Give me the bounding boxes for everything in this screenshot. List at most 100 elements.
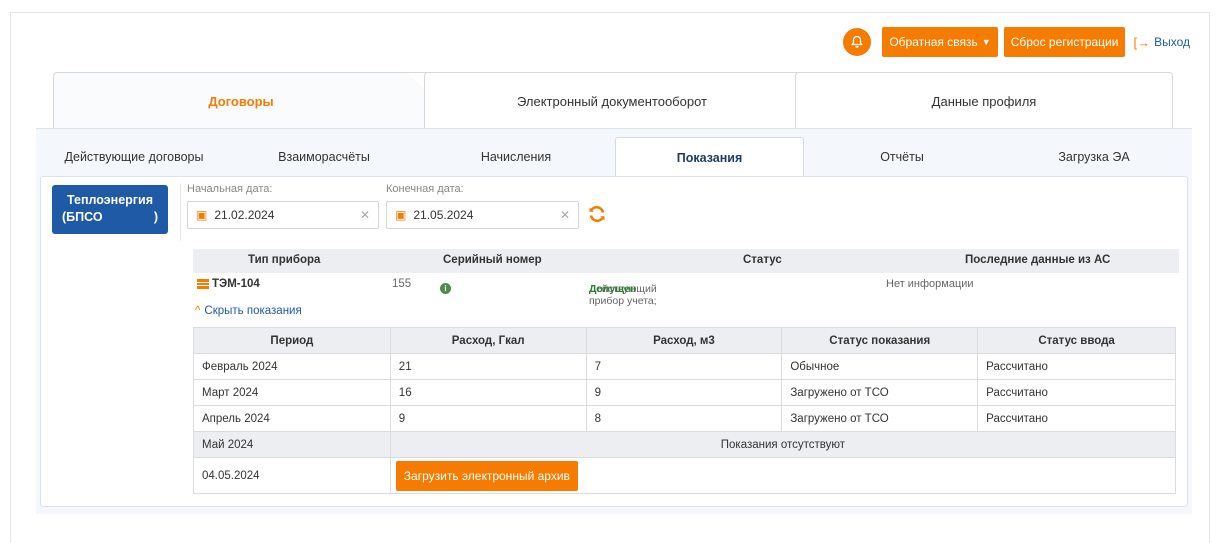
table-row: 04.05.2024 Загрузить электронный архив <box>193 457 1177 494</box>
upload-archive-button[interactable]: Загрузить электронный архив <box>395 460 578 491</box>
subtab-reports[interactable]: Отчёты <box>808 137 996 177</box>
subtab-charges[interactable]: Начисления <box>422 137 610 177</box>
device-serial: 155 <box>392 278 412 290</box>
subtab-upload-ea[interactable]: Загрузка ЭА <box>1000 137 1188 177</box>
notifications-button[interactable] <box>843 28 872 56</box>
logout-link[interactable]: [→ Выход <box>1133 35 1190 50</box>
content-panel: Теплоэнергия (БПСО ) Начальная дата: ▣ 2… <box>36 176 1192 514</box>
logout-label: Выход <box>1154 35 1190 49</box>
divider <box>180 183 181 241</box>
subtab-label: Действующие договоры <box>64 150 204 164</box>
subtab-active-contracts[interactable]: Действующие договоры <box>40 137 228 177</box>
cell-gcal: 21 <box>389 353 587 380</box>
cell-gcal: 9 <box>389 405 587 432</box>
org-branch: (БПСО ) <box>62 209 158 226</box>
cell-gcal: 16 <box>389 379 587 406</box>
col-gcal: Расход, Гкал <box>389 327 587 354</box>
feedback-button[interactable]: Обратная связь ▼ <box>882 27 998 57</box>
calendar-icon: ▣ <box>395 208 407 222</box>
content-inner: Теплоэнергия (БПСО ) Начальная дата: ▣ 2… <box>40 176 1188 507</box>
meter-icon <box>197 279 209 289</box>
cell-m3: 9 <box>585 379 783 406</box>
cell-period: Май 2024 <box>193 431 391 458</box>
hide-readings-label: Скрыть показания <box>204 305 302 317</box>
sub-tabs: Действующие договоры Взаиморасчёты Начис… <box>36 128 1192 177</box>
device-type-text: ТЭМ-104 <box>212 278 260 290</box>
cell-m3: 8 <box>585 405 783 432</box>
top-bar: Обратная связь ▼ Сброс регистрации [→ Вы… <box>843 27 1190 57</box>
devices-header: Тип прибора Серийный номер Статус Послед… <box>193 249 1179 273</box>
tab-edo[interactable]: Электронный документооборот <box>424 72 800 129</box>
tab-label: Договоры <box>208 93 274 109</box>
no-readings-message: Показания отсутствуют <box>389 431 1177 458</box>
tab-contracts[interactable]: Договоры <box>53 72 429 129</box>
caret-down-icon: ▼ <box>981 37 991 47</box>
subtab-label: Взаиморасчёты <box>278 150 370 164</box>
cell-input-status: Рассчитано <box>977 405 1176 432</box>
readings-header-row: Период Расход, Гкал Расход, м3 Статус по… <box>193 327 1176 354</box>
col-status: Статус <box>743 254 782 266</box>
reset-registration-button[interactable]: Сброс регистрации <box>1003 27 1126 57</box>
tab-profile[interactable]: Данные профиля <box>795 72 1173 129</box>
subtab-readings[interactable]: Показания <box>615 137 804 177</box>
device-row[interactable]: ТЭМ-104 155 i Действующий прибор учета; … <box>193 273 1179 307</box>
start-date-value: 21.02.2024 <box>214 208 275 222</box>
calendar-icon: ▣ <box>196 208 208 222</box>
table-row: Февраль 2024 21 7 Обычное Рассчитано <box>193 353 1176 380</box>
col-input-status: Статус ввода <box>977 327 1176 354</box>
cell-period: Апрель 2024 <box>193 405 391 432</box>
org-name: Теплоэнергия <box>67 193 153 207</box>
logout-icon: [→ <box>1133 34 1151 50</box>
col-period: Период <box>193 327 391 354</box>
feedback-label: Обратная связь <box>889 35 978 49</box>
subtab-label: Показания <box>676 150 743 165</box>
subtab-label: Начисления <box>480 150 552 164</box>
cell-period: Февраль 2024 <box>193 353 391 380</box>
device-status-value: Допущен <box>589 283 637 295</box>
tab-label: Данные профиля <box>931 93 1037 109</box>
col-m3: Расход, м3 <box>585 327 783 354</box>
cell-reading-status: Загружено от ТСО <box>781 379 979 406</box>
readings-table: Период Расход, Гкал Расход, м3 Статус по… <box>193 327 1177 494</box>
clear-icon[interactable]: ✕ <box>560 208 570 222</box>
table-row: Май 2024 Показания отсутствуют <box>193 431 1177 458</box>
org-branch-a: (БПСО <box>62 210 103 224</box>
cell-reading-status: Обычное <box>781 353 979 380</box>
bell-icon <box>851 35 864 48</box>
cell-input-status: Рассчитано <box>977 353 1176 380</box>
chevron-up-icon: ^ <box>195 305 201 317</box>
clear-icon[interactable]: ✕ <box>360 208 370 222</box>
device-last-data: Нет информации <box>886 278 974 290</box>
col-last-data: Последние данные из АС <box>965 254 1111 266</box>
col-device-type: Тип прибора <box>248 254 321 266</box>
end-date-value: 21.05.2024 <box>413 208 474 222</box>
info-icon: i <box>440 283 451 294</box>
table-row: Апрель 2024 9 8 Загружено от ТСО Рассчит… <box>193 405 1176 432</box>
cell-date: 04.05.2024 <box>193 457 391 494</box>
cell-reading-status: Загружено от ТСО <box>781 405 979 432</box>
col-serial: Серийный номер <box>443 254 542 266</box>
end-date-input[interactable]: ▣ 21.05.2024 ✕ <box>386 201 579 229</box>
cell-period: Март 2024 <box>193 379 391 406</box>
upload-archive-label: Загрузить электронный архив <box>403 468 570 483</box>
refresh-icon[interactable] <box>587 204 607 224</box>
start-date-input[interactable]: ▣ 21.02.2024 ✕ <box>187 201 379 229</box>
reset-registration-label: Сброс регистрации <box>1010 35 1119 49</box>
subtab-label: Отчёты <box>880 150 924 164</box>
tab-fold <box>1149 73 1172 74</box>
subtab-settlements[interactable]: Взаиморасчёты <box>230 137 418 177</box>
cell-m3: 7 <box>585 353 783 380</box>
col-reading-status: Статус показания <box>781 327 979 354</box>
main-tabs: Договоры Электронный документооборот Дан… <box>53 72 1173 129</box>
subtab-label: Загрузка ЭА <box>1058 150 1130 164</box>
end-date-label: Конечная дата: <box>386 183 464 195</box>
upload-cell: Загрузить электронный архив <box>389 457 1177 494</box>
hide-readings-link[interactable]: ^ Скрыть показания <box>195 305 302 317</box>
org-selector-button[interactable]: Теплоэнергия (БПСО ) <box>52 185 168 234</box>
start-date-label: Начальная дата: <box>187 183 273 195</box>
device-type: ТЭМ-104 <box>197 278 260 290</box>
table-row: Март 2024 16 9 Загружено от ТСО Рассчита… <box>193 379 1176 406</box>
cell-input-status: Рассчитано <box>977 379 1176 406</box>
org-branch-b: ) <box>153 210 158 224</box>
tab-label: Электронный документооборот <box>517 93 707 109</box>
